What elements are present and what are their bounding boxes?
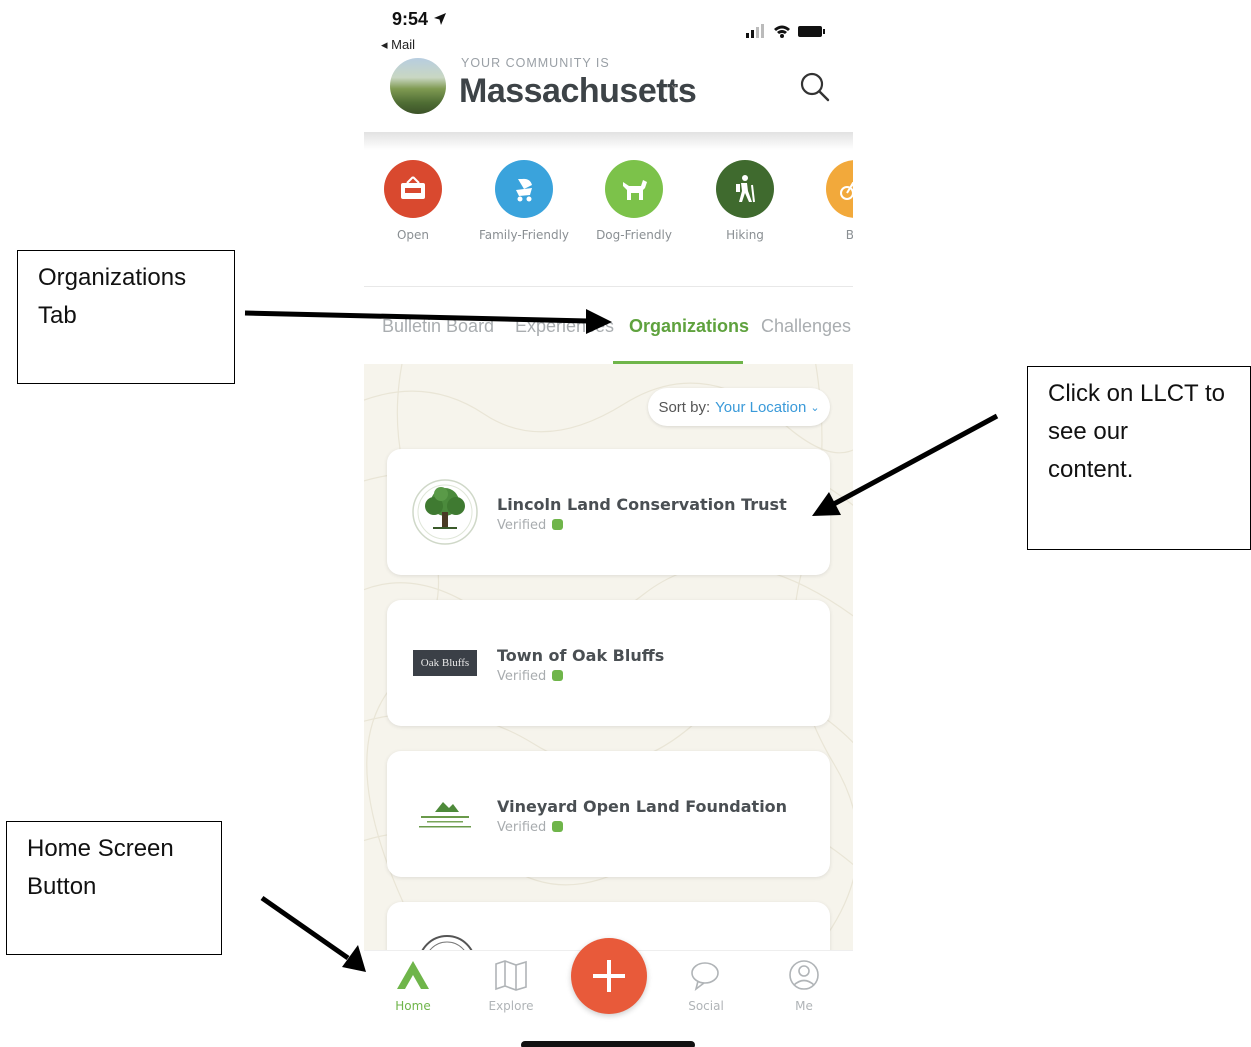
arrow-to-organizations-tab bbox=[244, 309, 612, 334]
annotation-arrows bbox=[244, 309, 999, 972]
arrow-to-llct bbox=[812, 413, 999, 516]
arrow-to-home-button bbox=[260, 895, 366, 972]
